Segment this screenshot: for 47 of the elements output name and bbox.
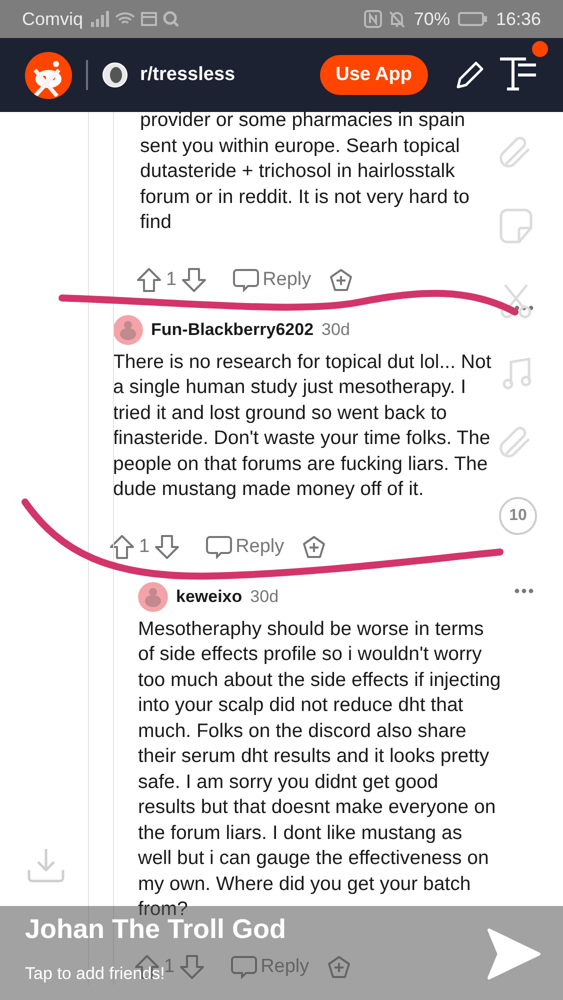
reddit-logo-icon[interactable] [25,52,72,98]
more-icon[interactable] [514,305,534,311]
reply-button[interactable]: Reply [230,954,310,978]
pencil-icon[interactable] [454,59,486,91]
award-icon[interactable] [327,954,352,978]
reply-button[interactable]: Reply [232,268,312,292]
award-icon[interactable] [302,534,326,558]
muted-bell-icon [388,10,406,28]
search-icon [163,11,180,27]
use-app-button[interactable]: Use App [320,55,428,95]
user-avatar-icon [138,582,168,612]
upvote-icon[interactable] [109,534,135,560]
comment-age: 30d [322,320,350,340]
speech-bubble-icon [230,954,257,978]
downvote-icon[interactable] [180,266,207,292]
downvote-icon[interactable] [178,954,205,980]
comment-age: 30d [250,586,279,606]
music-note-icon [502,357,532,391]
speech-bubble-icon [232,268,259,292]
battery-icon [458,11,488,27]
signal-icon [91,11,110,27]
nfc-icon [364,10,382,28]
username[interactable]: Fun-Blackberry6202 [151,320,314,340]
comment-text: provider or some pharmacies in spain sent you within europe. Searh topical dutasteride + trichosol in hairlosstalk forum or in reddit. It is not very hard to find [140,108,470,235]
comment-text: There is no research for topical dut lol... Not a single human study just mesotherapy. I tried it and lost ground so went back to finasteride. Don't waste your time folks. The people on that forums are fucking liars. The dude mustang made money off of it. [113,350,492,502]
speech-bubble-icon [206,534,232,558]
carrier-name: Comviq [22,8,84,30]
send-arrow-icon[interactable] [485,926,541,982]
clock-time: 16:36 [496,8,541,30]
reply-button[interactable]: Reply [206,534,284,558]
upvote-icon[interactable] [136,266,162,292]
battery-percent: 70% [414,8,450,30]
display-name[interactable]: Johan The Troll God [25,914,286,945]
downvote-icon[interactable] [154,534,180,560]
subreddit-name[interactable]: r/tressless [140,64,308,86]
timer-icon[interactable]: 10 [499,497,537,535]
more-icon[interactable] [514,588,534,594]
award-icon[interactable] [329,268,354,292]
window-icon [141,12,158,26]
vote-count: 1 [164,956,175,978]
vote-count: 1 [166,268,177,290]
sticker-icon [499,208,533,244]
subreddit-avatar-icon [102,62,128,88]
username[interactable]: keweixo [176,586,242,606]
scissors-icon [499,283,533,319]
user-avatar-icon [113,314,143,344]
vote-count: 1 [139,536,150,558]
